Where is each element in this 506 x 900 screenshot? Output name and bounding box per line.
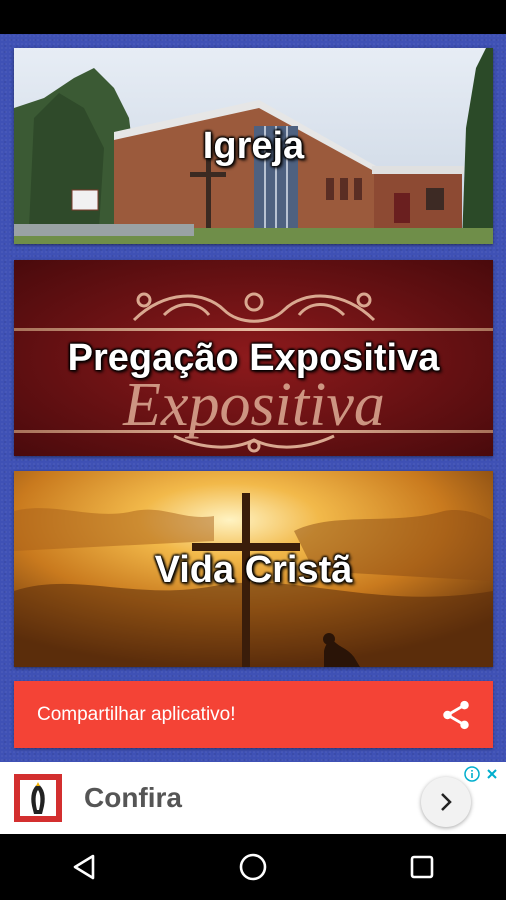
card-igreja-label: Igreja xyxy=(202,124,305,167)
nav-recents-button[interactable] xyxy=(392,837,452,897)
card-vida-crista[interactable]: Vida Cristã xyxy=(14,471,493,667)
card-vida-label: Vida Cristã xyxy=(154,548,353,591)
ad-open-button[interactable] xyxy=(421,777,471,827)
home-circle-icon xyxy=(239,853,267,881)
nav-home-button[interactable] xyxy=(223,837,283,897)
ad-brand-logo-icon xyxy=(14,774,62,822)
card-igreja[interactable]: Igreja xyxy=(14,48,493,244)
ad-close-icon[interactable] xyxy=(484,766,500,782)
card-pregacao-expositiva[interactable]: Expositiva Pregação Expositiva xyxy=(14,260,493,456)
ad-info-icon[interactable] xyxy=(464,766,480,782)
share-app-label: Compartilhar aplicativo! xyxy=(37,703,236,725)
nav-back-button[interactable] xyxy=(54,837,114,897)
ad-title: Confira xyxy=(84,782,182,813)
share-app-button[interactable]: Compartilhar aplicativo! xyxy=(14,681,493,748)
share-icon xyxy=(443,700,469,729)
navigation-bar xyxy=(0,834,506,900)
status-bar xyxy=(0,0,506,34)
chevron-right-icon xyxy=(441,793,452,811)
recents-square-icon xyxy=(410,855,433,879)
back-triangle-icon xyxy=(74,854,95,880)
card-pregacao-label: Pregação Expositiva xyxy=(67,336,440,379)
